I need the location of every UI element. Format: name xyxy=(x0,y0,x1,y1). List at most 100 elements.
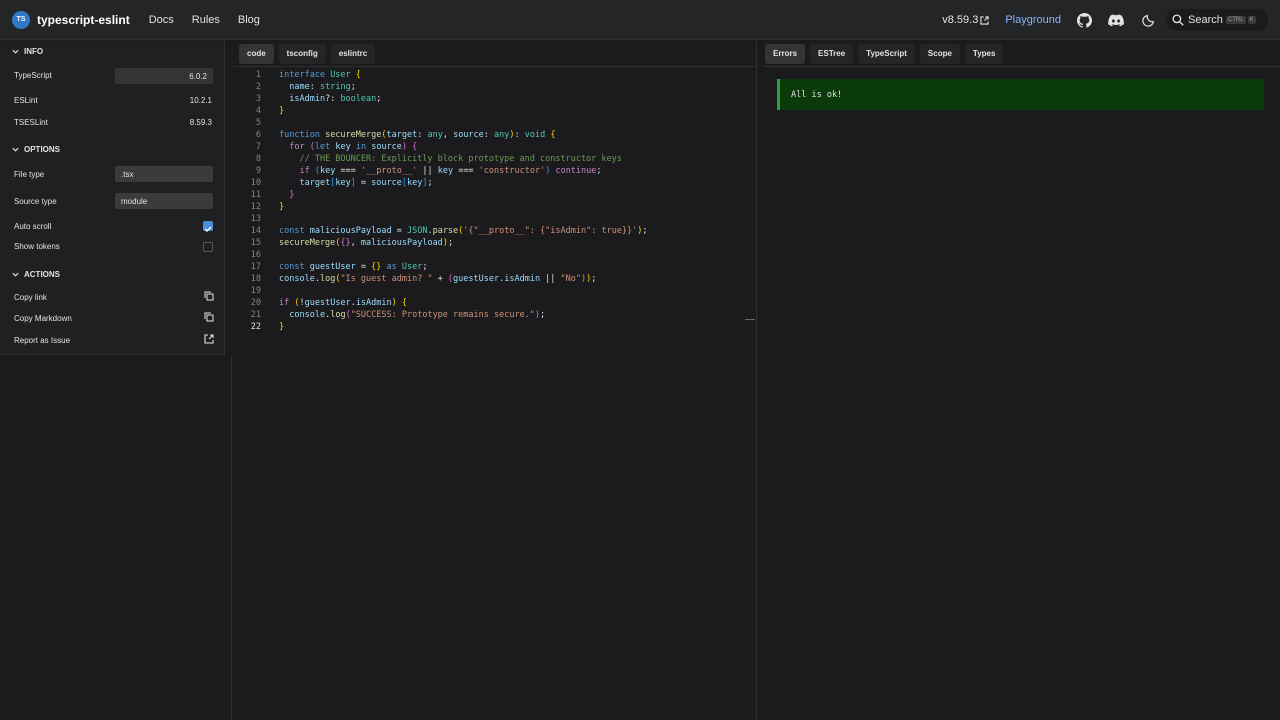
kbd-k: K xyxy=(1247,16,1256,24)
line-number: 15 xyxy=(250,238,261,248)
github-icon[interactable] xyxy=(1076,12,1092,28)
nav-link-blog[interactable]: Blog xyxy=(238,14,260,26)
line-number: 2 xyxy=(255,82,261,92)
chevron-down-icon xyxy=(12,272,19,277)
line-number: 4 xyxy=(255,106,261,116)
code-line: 10 target[key] = source[key]; xyxy=(233,177,757,189)
line-number: 21 xyxy=(250,310,261,320)
tab-types[interactable]: Types xyxy=(964,43,1004,64)
section-actions-toggle[interactable]: ACTIONS xyxy=(12,270,60,279)
code-line: 6 function secureMerge(target: any, sourc… xyxy=(233,129,757,141)
checkmark-icon xyxy=(204,226,212,232)
version-label[interactable]: v8.59.3 xyxy=(942,14,978,26)
code-line: 2 name: string; xyxy=(233,81,757,93)
report-issue-action[interactable]: Report as Issue xyxy=(14,336,70,345)
section-info-toggle[interactable]: INFO xyxy=(12,47,43,56)
code-line: 17 const guestUser = {} as User; xyxy=(233,261,757,273)
line-number: 17 xyxy=(250,262,261,272)
scrollbar-marker[interactable] xyxy=(745,319,755,320)
tab-errors[interactable]: Errors xyxy=(765,43,806,64)
filetype-label: File type xyxy=(14,170,45,179)
output-tabbar: Errors ESTree TypeScript Scope Types xyxy=(763,41,1280,67)
sourcetype-select[interactable]: module xyxy=(115,193,213,209)
section-options-title: OPTIONS xyxy=(24,145,61,154)
line-number: 7 xyxy=(255,142,261,152)
tab-estree[interactable]: ESTree xyxy=(810,43,854,64)
typescript-label: TypeScript xyxy=(14,71,52,80)
navbar-right: v8.59.3 Playground Search CTRL K xyxy=(942,0,1280,40)
showtokens-label: Show tokens xyxy=(14,242,60,251)
logo-icon[interactable]: TS xyxy=(12,10,30,29)
line-number: 13 xyxy=(250,214,261,224)
version-link[interactable]: v8.59.3 xyxy=(942,14,989,26)
kbd-ctrl: CTRL xyxy=(1225,16,1246,24)
code-line: 8 // THE BOUNCER: Explicitly block proto… xyxy=(233,153,757,165)
tab-scope[interactable]: Scope xyxy=(919,43,960,64)
copy-markdown-action[interactable]: Copy Markdown xyxy=(14,314,72,323)
line-number: 10 xyxy=(250,178,261,188)
line-number: 12 xyxy=(250,202,261,212)
autoscroll-label: Auto scroll xyxy=(14,222,52,231)
line-number: 14 xyxy=(250,226,261,236)
copy-link-action[interactable]: Copy link xyxy=(14,293,47,302)
copy-icon[interactable] xyxy=(204,291,214,301)
code-line: 19 xyxy=(233,285,757,297)
section-actions-title: ACTIONS xyxy=(24,270,60,279)
filetype-select[interactable]: .tsx xyxy=(115,166,213,182)
brand[interactable]: TS typescript-eslint xyxy=(12,10,130,29)
external-link-icon[interactable] xyxy=(204,334,214,344)
code-line: 9 if (key === '__proto__' || key === 'co… xyxy=(233,165,757,177)
search-icon xyxy=(1172,14,1184,26)
line-number: 20 xyxy=(250,298,261,308)
tab-eslintrc[interactable]: eslintrc xyxy=(330,43,376,64)
nav-link-docs[interactable]: Docs xyxy=(149,14,174,26)
line-number: 1 xyxy=(255,70,261,80)
code-line: 14 const maliciousPayload = JSON.parse('{… xyxy=(233,225,757,237)
code-line: 21 console.log("SUCCESS: Prototype remai… xyxy=(233,309,757,321)
line-number: 6 xyxy=(255,130,261,140)
line-number: 8 xyxy=(255,154,261,164)
discord-icon[interactable] xyxy=(1108,12,1124,28)
code-line: 4} xyxy=(233,105,757,117)
showtokens-checkbox[interactable] xyxy=(203,242,213,252)
nav-link-playground[interactable]: Playground xyxy=(1005,14,1061,26)
search-button[interactable]: Search CTRL K xyxy=(1166,9,1268,31)
section-options-toggle[interactable]: OPTIONS xyxy=(12,145,60,154)
code-line: 12} xyxy=(233,201,757,213)
external-link-icon xyxy=(980,15,989,25)
tab-typescript[interactable]: TypeScript xyxy=(858,43,915,64)
output-panel: Errors ESTree TypeScript Scope Types All… xyxy=(763,41,1280,720)
code-line: 5 xyxy=(233,117,757,129)
code-line: 16 xyxy=(233,249,757,261)
sidebar-empty-area xyxy=(0,356,232,720)
nav-link-rules[interactable]: Rules xyxy=(192,14,220,26)
search-label: Search xyxy=(1188,14,1223,26)
tseslint-label: TSESLint xyxy=(14,118,48,127)
line-number: 9 xyxy=(255,166,261,176)
code-line: 3 isAdmin?: boolean; xyxy=(233,93,757,105)
brand-title[interactable]: typescript-eslint xyxy=(37,13,130,27)
code-line: 7 for (let key in source) { xyxy=(233,141,757,153)
tseslint-version: 8.59.3 xyxy=(189,118,212,127)
code-line: 20 if (!guestUser.isAdmin) { xyxy=(233,297,757,309)
typescript-version-select[interactable]: 6.0.2 xyxy=(115,68,213,84)
section-info-title: INFO xyxy=(24,47,44,56)
sidebar: INFO TypeScript 6.0.2 ESLint 10.2.1 TSES… xyxy=(0,41,225,355)
code-line-current: 22} xyxy=(233,321,757,333)
line-number: 19 xyxy=(250,286,261,296)
sourcetype-label: Source type xyxy=(14,197,57,206)
line-number: 5 xyxy=(255,118,261,128)
tab-code[interactable]: code xyxy=(239,43,274,64)
line-number: 11 xyxy=(250,190,261,200)
code-area[interactable]: 1 interface User { 2 name: string; 3 isAd… xyxy=(233,69,757,333)
code-line: 11 } xyxy=(233,189,757,201)
copy-icon[interactable] xyxy=(204,312,214,322)
dark-mode-moon-icon[interactable] xyxy=(1140,12,1156,28)
line-number: 16 xyxy=(250,250,261,260)
code-line: 18 console.log("Is guest admin? " + (gues… xyxy=(233,273,757,285)
code-editor-panel: code tsconfig eslintrc 1 interface User {… xyxy=(233,41,757,720)
autoscroll-checkbox[interactable] xyxy=(203,221,213,232)
tab-tsconfig[interactable]: tsconfig xyxy=(278,43,326,64)
line-number: 22 xyxy=(250,322,261,332)
chevron-down-icon xyxy=(12,147,19,152)
